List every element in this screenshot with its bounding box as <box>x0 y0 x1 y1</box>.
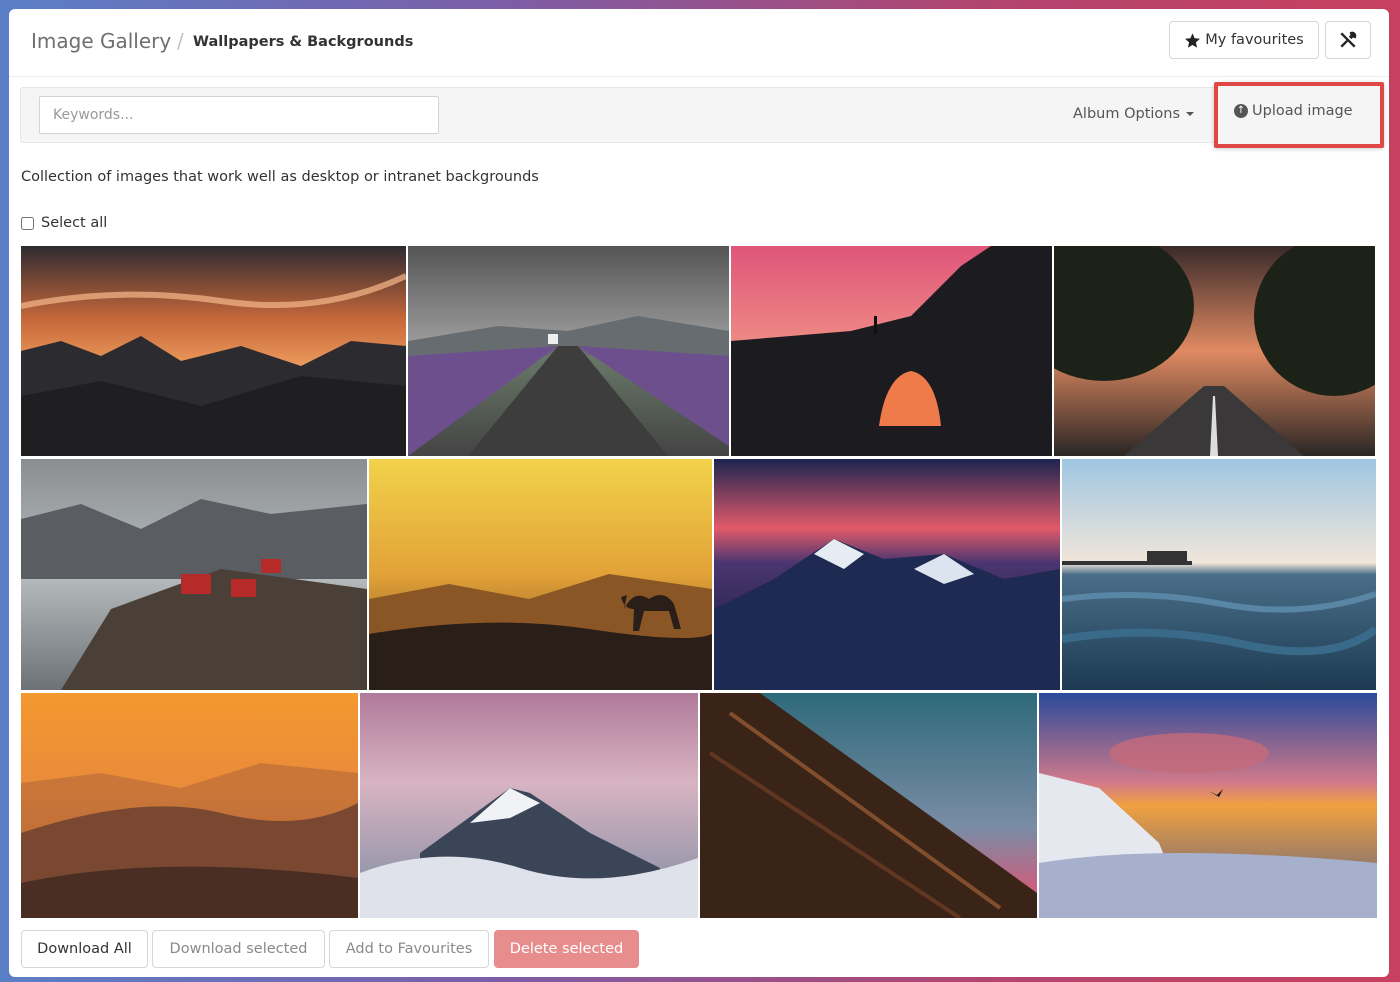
upload-highlight-box: ↑ Upload image <box>1214 82 1384 148</box>
gallery-toolbar: Album Options ↑ Upload image <box>20 82 1384 148</box>
select-all-checkbox[interactable]: Select all <box>21 215 107 231</box>
gallery-image-dark-slope[interactable] <box>700 693 1037 918</box>
album-description: Collection of images that work well as d… <box>21 169 539 185</box>
tools-button[interactable] <box>1325 21 1371 59</box>
gallery-image-desert-camel[interactable] <box>369 459 712 690</box>
gallery-image-mountain-sunset[interactable] <box>21 246 406 456</box>
gallery-image-fishing-village[interactable] <box>21 459 367 690</box>
download-all-button[interactable]: Download All <box>21 930 148 968</box>
gallery-image-snowy-peak-dusk[interactable] <box>714 459 1060 690</box>
select-all-input[interactable] <box>21 216 34 230</box>
breadcrumb-root[interactable]: Image Gallery <box>31 29 171 53</box>
gallery-image-alpine-sunset-bird[interactable] <box>1039 693 1377 918</box>
upload-image-label: Upload image <box>1252 103 1353 119</box>
breadcrumb-current: Wallpapers & Backgrounds <box>193 34 414 50</box>
tools-icon <box>1340 31 1357 48</box>
gallery-image-pier-sea[interactable] <box>1062 459 1376 690</box>
breadcrumb-separator: / <box>177 29 184 53</box>
delete-selected-button[interactable]: Delete selected <box>494 930 639 968</box>
album-options-label: Album Options <box>1073 106 1181 122</box>
keywords-search-input[interactable] <box>39 96 439 134</box>
star-icon <box>1185 32 1201 48</box>
upload-image-button[interactable]: ↑ Upload image <box>1234 103 1353 119</box>
page-header: Image Gallery / Wallpapers & Backgrounds… <box>9 9 1389 77</box>
download-selected-button[interactable]: Download selected <box>152 930 325 968</box>
gallery-image-orange-hills[interactable] <box>21 693 358 918</box>
my-favourites-button[interactable]: My favourites <box>1169 21 1319 59</box>
caret-down-icon <box>1186 112 1195 116</box>
gallery-image-tree-road[interactable] <box>1054 246 1375 456</box>
album-options-dropdown[interactable]: Album Options <box>1073 106 1195 122</box>
gallery-image-snow-mountain-clouds[interactable] <box>360 693 698 918</box>
gallery-image-lavender-road[interactable] <box>408 246 729 456</box>
add-to-favourites-button[interactable]: Add to Favourites <box>329 930 489 968</box>
upload-icon: ↑ <box>1234 104 1248 118</box>
my-favourites-label: My favourites <box>1205 32 1304 48</box>
gallery-image-rock-arch[interactable] <box>731 246 1052 456</box>
gallery-window: Image Gallery / Wallpapers & Backgrounds… <box>9 9 1389 977</box>
select-all-label: Select all <box>41 215 108 231</box>
